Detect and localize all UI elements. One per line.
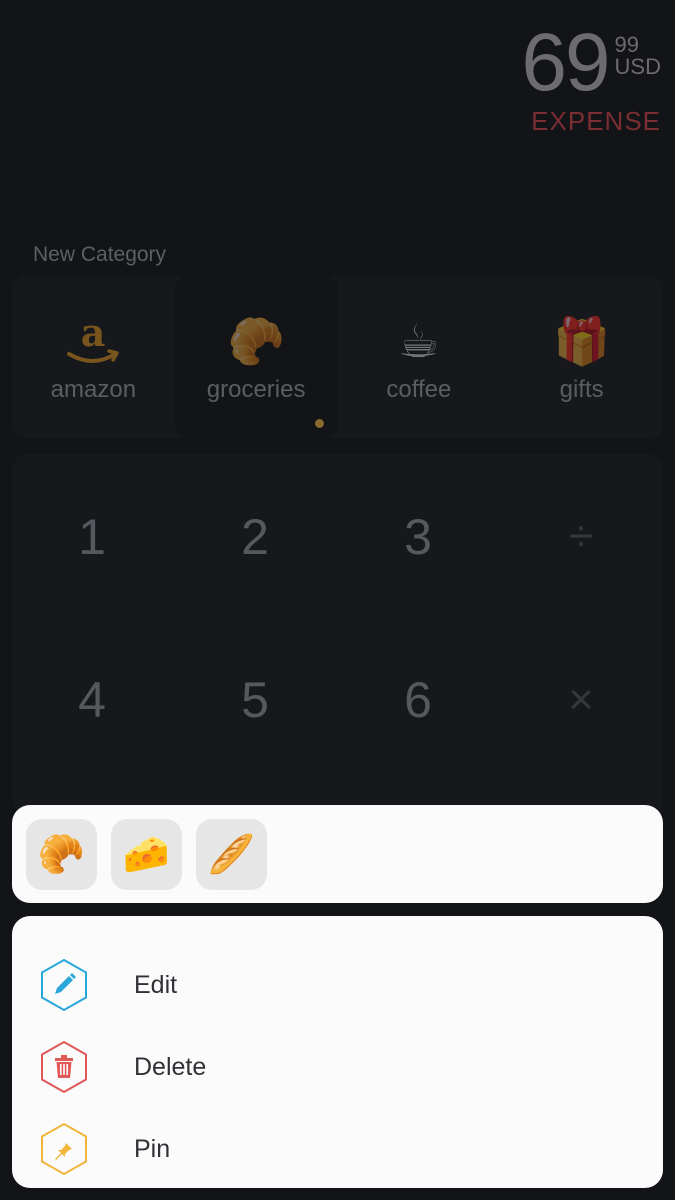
emoji-option-croissant[interactable]: 🥐: [26, 819, 97, 890]
category-amazon[interactable]: a amazon: [12, 276, 175, 438]
key-5[interactable]: 5: [175, 620, 335, 780]
amount-display: 69 99 USD EXPENSE: [521, 22, 661, 137]
category-label: groceries: [206, 376, 306, 403]
delete-action[interactable]: Delete: [12, 1026, 663, 1108]
app-root: 69 99 USD EXPENSE New Category a amazon …: [0, 0, 675, 1200]
amount-side: 99 USD: [615, 34, 661, 78]
action-sheet: Edit Delete Pin: [12, 916, 663, 1188]
pin-label: Pin: [134, 1134, 171, 1163]
coffee-icon: ☕: [398, 315, 440, 367]
gift-icon: 🎁: [552, 315, 611, 367]
category-label: amazon: [50, 376, 137, 403]
key-3[interactable]: 3: [338, 457, 498, 617]
amazon-logo-icon: a: [67, 314, 120, 363]
key-multiply[interactable]: ×: [501, 620, 661, 780]
category-gifts[interactable]: 🎁 gifts: [500, 276, 663, 438]
amount-row: 69 99 USD: [521, 22, 661, 104]
currency-label[interactable]: USD: [615, 56, 661, 78]
selected-indicator-dot: [314, 419, 324, 428]
category-strip: a amazon 🥐 groceries ☕ coffee 🎁 gifts: [12, 276, 663, 438]
key-divide[interactable]: ÷: [501, 457, 661, 617]
emoji-picker: 🥐 🧀 🥖: [12, 805, 663, 903]
amount-cents: 99: [614, 32, 640, 57]
keypad: 1 2 3 ÷ 4 5 6 ×: [12, 454, 663, 814]
key-1[interactable]: 1: [12, 457, 172, 617]
delete-label: Delete: [134, 1052, 207, 1081]
pin-action[interactable]: Pin: [12, 1108, 663, 1190]
trash-icon: [38, 1039, 90, 1095]
amount-whole: 69: [521, 17, 610, 108]
key-2[interactable]: 2: [175, 457, 335, 617]
pin-icon: [38, 1121, 90, 1177]
category-label: coffee: [386, 376, 452, 403]
transaction-type-label[interactable]: EXPENSE: [521, 106, 661, 137]
emoji-option-cheese[interactable]: 🧀: [111, 819, 182, 890]
svg-text:a: a: [81, 314, 106, 355]
new-category-link[interactable]: New Category: [33, 243, 166, 267]
edit-action[interactable]: Edit: [12, 944, 663, 1026]
croissant-icon: 🥐: [227, 315, 285, 367]
category-label: gifts: [559, 376, 604, 403]
pencil-icon: [38, 957, 90, 1013]
key-6[interactable]: 6: [338, 620, 498, 780]
emoji-option-baguette[interactable]: 🥖: [196, 819, 267, 890]
key-4[interactable]: 4: [12, 620, 172, 780]
category-coffee[interactable]: ☕ coffee: [338, 276, 501, 438]
category-groceries[interactable]: 🥐 groceries: [174, 276, 338, 438]
edit-label: Edit: [134, 970, 178, 999]
